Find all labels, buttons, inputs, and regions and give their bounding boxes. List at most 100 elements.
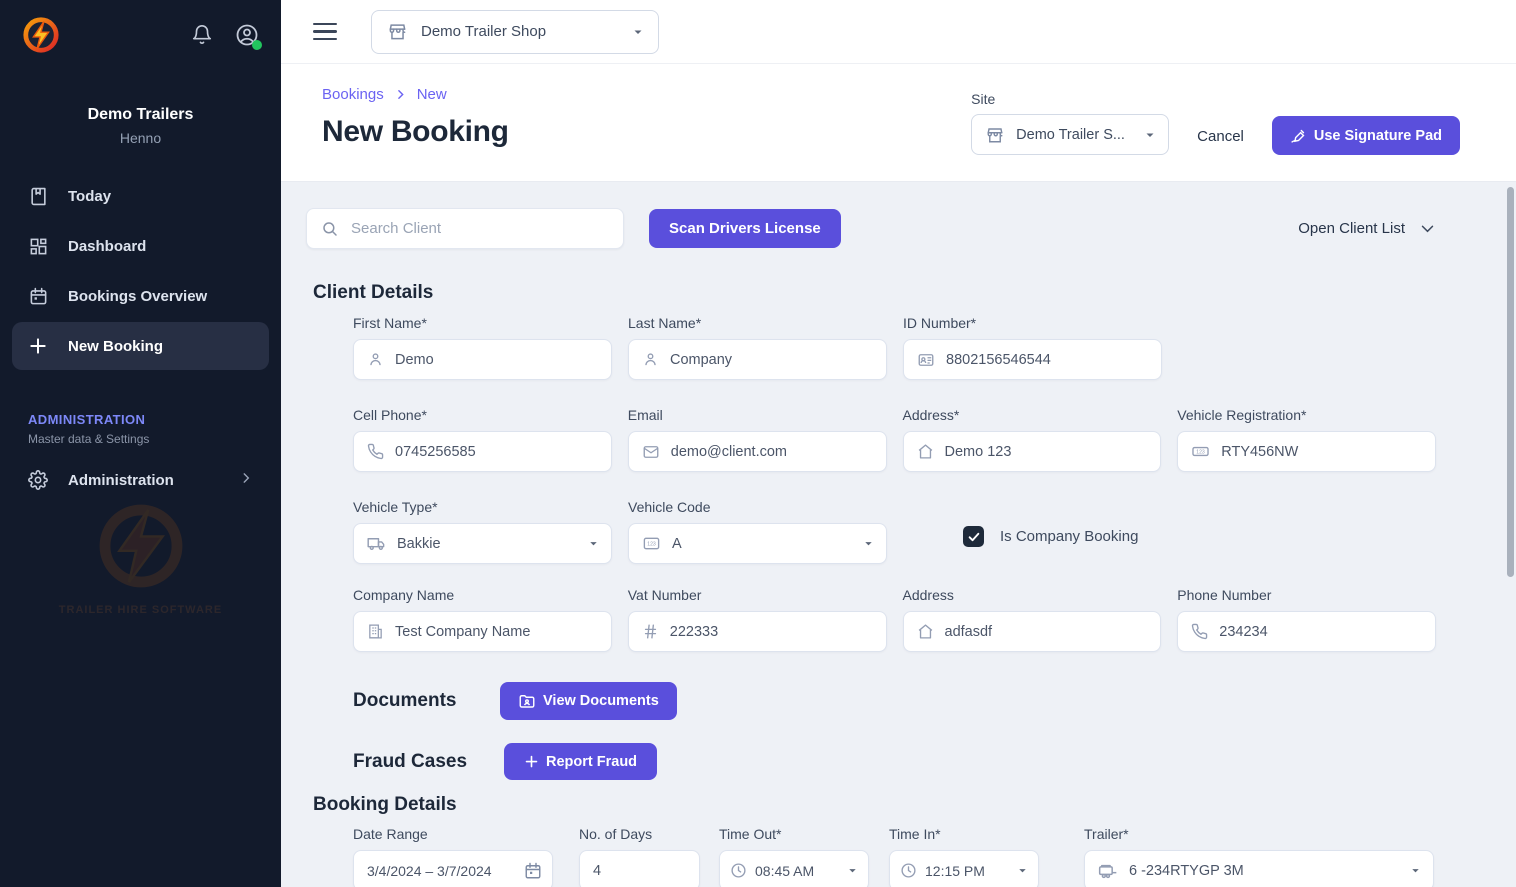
trailer-icon: [1098, 861, 1118, 881]
truck-icon: [367, 534, 386, 553]
breadcrumb-bookings[interactable]: Bookings: [322, 86, 384, 103]
vehicle-registration-input[interactable]: [1221, 444, 1423, 460]
client-details-form: First Name* Last Name*: [353, 315, 1436, 652]
address-input[interactable]: [945, 444, 1149, 460]
cancel-button[interactable]: Cancel: [1191, 118, 1250, 155]
time-out-select[interactable]: 08:45 AM: [719, 850, 869, 887]
open-client-list-toggle[interactable]: Open Client List: [1298, 220, 1436, 237]
chevron-right-icon: [239, 471, 253, 489]
time-out-value: 08:45 AM: [755, 863, 814, 879]
date-range-label: Date Range: [353, 826, 553, 842]
trailer-value: 6 -234RTYGP 3M: [1129, 863, 1244, 879]
sidebar-nav: Today Dashboard Bookings Overview New Bo…: [0, 172, 281, 370]
email-input[interactable]: [671, 444, 874, 460]
site-label: Site: [971, 91, 1169, 107]
phone-icon: [1191, 623, 1208, 640]
time-out-field: Time Out* 08:45 AM: [719, 826, 869, 887]
company-name-label: Company Name: [353, 587, 612, 603]
first-name-field: First Name*: [353, 315, 612, 380]
company-name-input[interactable]: [395, 624, 599, 640]
cell-phone-label: Cell Phone*: [353, 407, 612, 423]
app-logo-icon: [22, 16, 60, 54]
caret-down-icon: [847, 865, 858, 876]
vehicle-type-select[interactable]: Bakkie: [353, 523, 612, 564]
fraud-cases-heading: Fraud Cases: [353, 751, 504, 773]
is-company-booking-label: Is Company Booking: [1000, 528, 1138, 545]
watermark-logo: TRAILER HIRE SOFTWARE: [0, 498, 281, 616]
view-documents-button[interactable]: View Documents: [500, 682, 677, 720]
trailer-select[interactable]: 6 -234RTYGP 3M: [1084, 850, 1434, 887]
documents-row: Documents View Documents: [353, 682, 1436, 720]
person-icon: [642, 351, 659, 368]
plus-icon: [524, 754, 539, 769]
vehicle-registration-field: Vehicle Registration* 123: [1177, 407, 1436, 472]
sidebar: Demo Trailers Henno Today Dashboard B: [0, 0, 281, 887]
fraud-cases-row: Fraud Cases Report Fraud: [353, 743, 1436, 780]
date-range-input[interactable]: [367, 863, 513, 879]
sidebar-item-bookings-overview[interactable]: Bookings Overview: [12, 272, 269, 320]
home-icon: [917, 443, 934, 460]
trailer-field: Trailer* 6 -234RTYGP 3M: [1084, 826, 1434, 887]
sidebar-item-label: New Booking: [68, 338, 163, 355]
vat-number-input[interactable]: [670, 624, 874, 640]
time-in-value: 12:15 PM: [925, 863, 985, 879]
no-of-days-label: No. of Days: [579, 826, 700, 842]
last-name-input[interactable]: [670, 352, 874, 368]
header-left: Bookings New New Booking: [322, 86, 509, 181]
code-123-icon: 123: [642, 534, 661, 553]
no-of-days-input[interactable]: [593, 863, 687, 879]
sidebar-item-administration[interactable]: Administration: [12, 456, 269, 504]
phone-number-input[interactable]: [1219, 624, 1423, 640]
page-header: Bookings New New Booking Site Demo Trail…: [281, 64, 1516, 182]
trailer-label: Trailer*: [1084, 826, 1434, 842]
breadcrumb-new[interactable]: New: [417, 86, 447, 103]
phone-number-field: Phone Number: [1177, 587, 1436, 652]
use-signature-pad-button[interactable]: Use Signature Pad: [1272, 116, 1460, 155]
cell-phone-input[interactable]: [395, 444, 599, 460]
time-in-field: Time In* 12:15 PM: [889, 826, 1039, 887]
vat-number-label: Vat Number: [628, 587, 887, 603]
hamburger-menu-icon[interactable]: [313, 23, 337, 41]
site-selector-value: Demo Trailer S...: [1016, 127, 1125, 143]
org-block: Demo Trailers Henno: [0, 106, 281, 146]
shop-selector[interactable]: Demo Trailer Shop: [371, 10, 659, 54]
sidebar-item-label: Bookings Overview: [68, 288, 207, 305]
scrollbar-thumb[interactable]: [1507, 187, 1514, 577]
sidebar-item-new-booking[interactable]: New Booking: [12, 322, 269, 370]
building-icon: [367, 623, 384, 640]
client-details-heading: Client Details: [313, 282, 1436, 304]
sidebar-item-today[interactable]: Today: [12, 172, 269, 220]
account-icon[interactable]: [235, 23, 259, 47]
svg-text:123: 123: [647, 542, 656, 548]
company-address-input[interactable]: [945, 624, 1149, 640]
first-name-input[interactable]: [395, 352, 599, 368]
report-fraud-button[interactable]: Report Fraud: [504, 743, 657, 780]
is-company-booking-checkbox[interactable]: [963, 526, 984, 547]
caret-down-icon: [1017, 865, 1028, 876]
scan-drivers-license-button[interactable]: Scan Drivers License: [649, 209, 841, 248]
use-signature-pad-label: Use Signature Pad: [1314, 128, 1442, 144]
sidebar-item-dashboard[interactable]: Dashboard: [12, 222, 269, 270]
content-area: Scan Drivers License Open Client List Cl…: [281, 182, 1516, 887]
vehicle-code-select[interactable]: 123 A: [628, 523, 887, 564]
site-selector[interactable]: Demo Trailer S...: [971, 114, 1169, 155]
notifications-bell-icon[interactable]: [191, 24, 213, 46]
folder-user-icon: [518, 692, 536, 710]
check-icon: [967, 530, 981, 544]
cell-phone-field: Cell Phone*: [353, 407, 612, 472]
caret-down-icon: [863, 538, 874, 549]
address-label: Address*: [903, 407, 1162, 423]
plus-icon: [28, 336, 48, 356]
time-in-label: Time In*: [889, 826, 1039, 842]
breadcrumb-chevron-icon: [394, 88, 407, 101]
search-client-input[interactable]: [351, 220, 609, 237]
first-name-label: First Name*: [353, 315, 612, 331]
main-column: Demo Trailer Shop Bookings New New Booki…: [281, 0, 1516, 887]
clock-icon: [900, 862, 917, 879]
view-documents-label: View Documents: [543, 693, 659, 709]
time-in-select[interactable]: 12:15 PM: [889, 850, 1039, 887]
online-status-dot: [252, 40, 262, 50]
id-number-input[interactable]: [946, 352, 1149, 368]
calendar-icon[interactable]: [524, 862, 542, 880]
email-field: Email: [628, 407, 887, 472]
